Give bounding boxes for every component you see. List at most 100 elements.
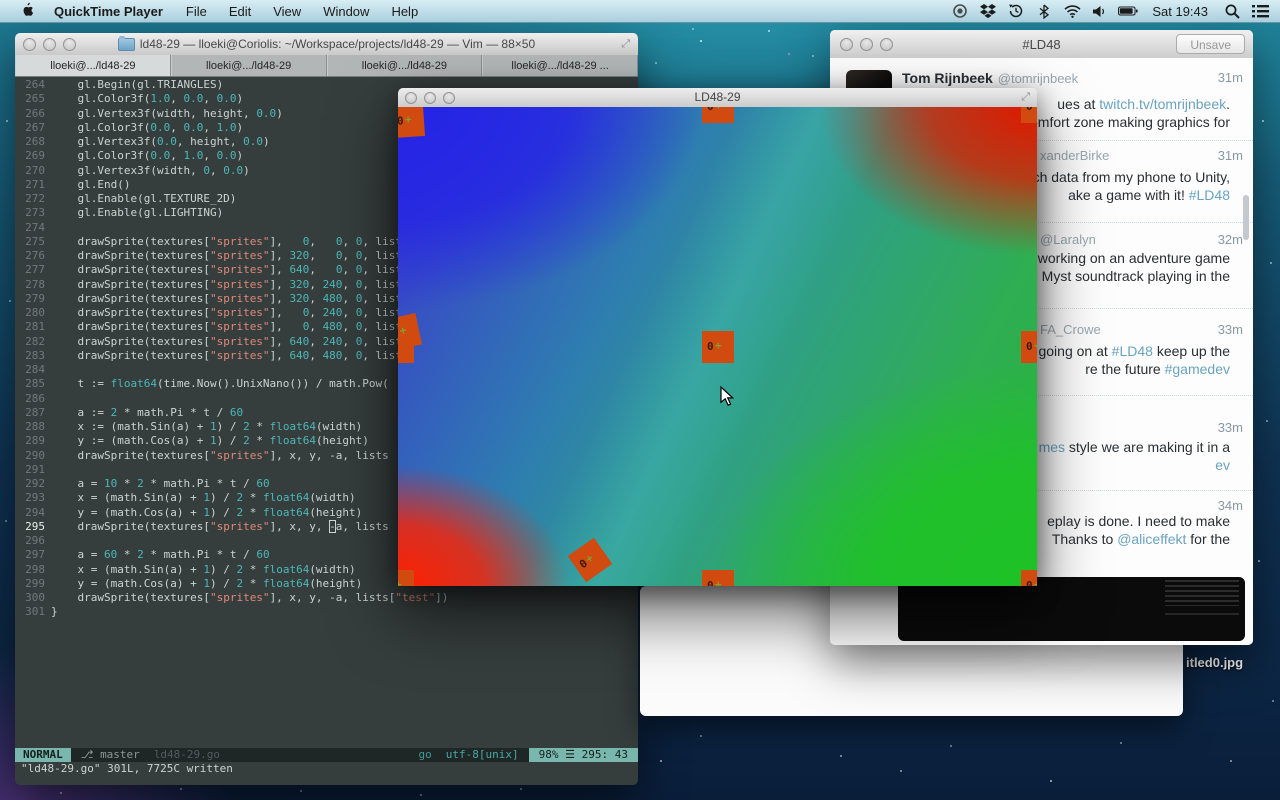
resize-icon[interactable]: ⤢ xyxy=(1021,91,1030,104)
tweet-image[interactable] xyxy=(898,577,1245,641)
line-number: 288 xyxy=(20,420,45,434)
line-number: 299 xyxy=(20,577,45,591)
mouse-cursor xyxy=(720,386,734,412)
desktop-file-label[interactable]: itled0.jpg xyxy=(1186,655,1243,670)
game-window[interactable]: LD48-29 ⤢ 000000000000 xyxy=(398,88,1037,586)
line-number: 295 xyxy=(20,520,45,534)
tweet-author-name[interactable]: Tom Rijnbeek xyxy=(902,70,993,86)
line-number: 294 xyxy=(20,506,45,520)
tweet-timestamp: 32m xyxy=(1218,232,1243,247)
terminal-tab[interactable]: lloeki@.../ld48-29 xyxy=(171,55,327,76)
screen-recording-icon[interactable] xyxy=(950,3,970,19)
terminal-tab[interactable]: lloeki@.../ld48-29 ... xyxy=(482,55,638,76)
vim-message: "ld48-29.go" 301L, 7725C written xyxy=(21,762,233,776)
tweet-author-handle[interactable]: @tomrijnbeek xyxy=(998,71,1078,86)
dropbox-icon[interactable] xyxy=(978,3,998,19)
resize-icon[interactable]: ⤢ xyxy=(621,38,630,51)
tweet-link[interactable]: mes xyxy=(1039,439,1065,455)
sprite-label: 0 xyxy=(398,326,400,340)
tweet-link[interactable]: #LD48 xyxy=(1112,343,1153,359)
scrollbar-thumb[interactable] xyxy=(1243,195,1249,240)
wifi-icon[interactable] xyxy=(1062,3,1082,19)
tweet-text-fragment: uch data from my phone to Unity, xyxy=(1025,169,1230,185)
terminal-titlebar[interactable]: ld48-29 — lloeki@Coriolis: ~/Workspace/p… xyxy=(15,33,638,56)
terminal-tab[interactable]: lloeki@.../ld48-29 xyxy=(327,55,483,76)
menu-bar: QuickTime Player FileEditViewWindowHelp … xyxy=(0,0,1280,23)
line-number: 269 xyxy=(20,149,45,163)
terminal-title: ld48-29 — lloeki@Coriolis: ~/Workspace/p… xyxy=(15,37,638,54)
sprite-label: 0 xyxy=(1026,107,1033,113)
tweet-link[interactable]: #LD48 xyxy=(1189,187,1230,203)
tweet-link[interactable]: #gamedev xyxy=(1165,361,1230,377)
game-sprite: 0 xyxy=(702,331,734,363)
line-number: 277 xyxy=(20,263,45,277)
line-number: 268 xyxy=(20,135,45,149)
tweet-text-fragment: re the future xyxy=(1085,361,1164,377)
time-machine-icon[interactable] xyxy=(1006,3,1026,19)
tweet-text-fragment: . xyxy=(1226,96,1230,112)
line-number: 286 xyxy=(20,392,45,406)
tweet-author-handle[interactable]: xanderBirke xyxy=(1040,148,1109,163)
line-number: 264 xyxy=(20,78,45,92)
code-line: 301} xyxy=(20,605,638,619)
tweet-timestamp: 31m xyxy=(1218,148,1243,163)
line-number: 267 xyxy=(20,121,45,135)
sprite-label: 0 xyxy=(707,579,714,586)
tweet-link[interactable]: ev xyxy=(1215,457,1230,473)
tweet-text-fragment: eplay is done. I need to make xyxy=(1047,513,1230,529)
line-number: 280 xyxy=(20,306,45,320)
notification-center-icon[interactable] xyxy=(1250,3,1270,19)
unsave-button[interactable]: Unsave xyxy=(1176,34,1245,54)
line-number: 274 xyxy=(20,221,45,235)
line-number: 296 xyxy=(20,534,45,548)
game-titlebar[interactable]: LD48-29 ⤢ xyxy=(398,88,1037,108)
terminal-tab[interactable]: lloeki@.../ld48-29 xyxy=(15,55,171,76)
game-sprite: 0 xyxy=(1021,107,1037,123)
tweet-text-fragment: ues at xyxy=(1057,96,1099,112)
tweet-timestamp: 33m xyxy=(1218,322,1243,337)
line-number: 290 xyxy=(20,449,45,463)
menu-item-window[interactable]: Window xyxy=(312,4,380,19)
menu-item-edit[interactable]: Edit xyxy=(218,4,262,19)
folder-icon xyxy=(118,38,135,51)
line-number: 283 xyxy=(20,349,45,363)
tweet-link[interactable]: twitch.tv/tomrijnbeek xyxy=(1099,96,1226,112)
game-canvas[interactable]: 000000000000 xyxy=(398,107,1037,586)
line-number: 270 xyxy=(20,164,45,178)
volume-icon[interactable] xyxy=(1090,3,1110,19)
tweet-link[interactable]: @aliceffekt xyxy=(1117,531,1186,547)
vim-filename: ld48-29.go xyxy=(154,748,220,762)
tweet-author-handle[interactable]: @Laralyn xyxy=(1040,232,1096,247)
menu-item-view[interactable]: View xyxy=(262,4,312,19)
line-number: 285 xyxy=(20,377,45,391)
line-number: 273 xyxy=(20,206,45,220)
line-number: 278 xyxy=(20,278,45,292)
line-number: 265 xyxy=(20,92,45,106)
tweet-timestamp: 31m xyxy=(1218,70,1243,85)
tweet-author-handle[interactable]: FA_Crowe xyxy=(1040,322,1101,337)
tweet-text-fragment: ake a game with it! xyxy=(1068,187,1189,203)
battery-icon[interactable] xyxy=(1118,3,1138,19)
game-sprite: 0 xyxy=(398,313,422,351)
line-number: 287 xyxy=(20,406,45,420)
line-number: 276 xyxy=(20,249,45,263)
menu-item-file[interactable]: File xyxy=(175,4,218,19)
vim-mode-indicator: NORMAL xyxy=(15,748,71,762)
apple-menu-icon[interactable] xyxy=(12,2,42,20)
tweet-text-fragment: Thanks to xyxy=(1052,531,1117,547)
spotlight-icon[interactable] xyxy=(1222,3,1242,19)
line-number: 271 xyxy=(20,178,45,192)
bluetooth-icon[interactable] xyxy=(1034,3,1054,19)
terminal-tab-bar[interactable]: lloeki@.../ld48-29lloeki@.../ld48-29lloe… xyxy=(15,55,638,77)
line-number: 279 xyxy=(20,292,45,306)
menu-clock[interactable]: Sat 19:43 xyxy=(1146,4,1214,19)
menu-app-name[interactable]: QuickTime Player xyxy=(42,4,175,19)
line-number: 293 xyxy=(20,491,45,505)
sprite-label: 0 xyxy=(1026,340,1033,353)
tweet-text-fragment: working on an adventure game xyxy=(1038,250,1230,266)
menu-item-help[interactable]: Help xyxy=(380,4,429,19)
sprite-label: 0 xyxy=(707,107,714,113)
line-number: 275 xyxy=(20,235,45,249)
tweet-image-terminal-text xyxy=(1165,580,1239,606)
game-title: LD48-29 xyxy=(398,90,1037,104)
